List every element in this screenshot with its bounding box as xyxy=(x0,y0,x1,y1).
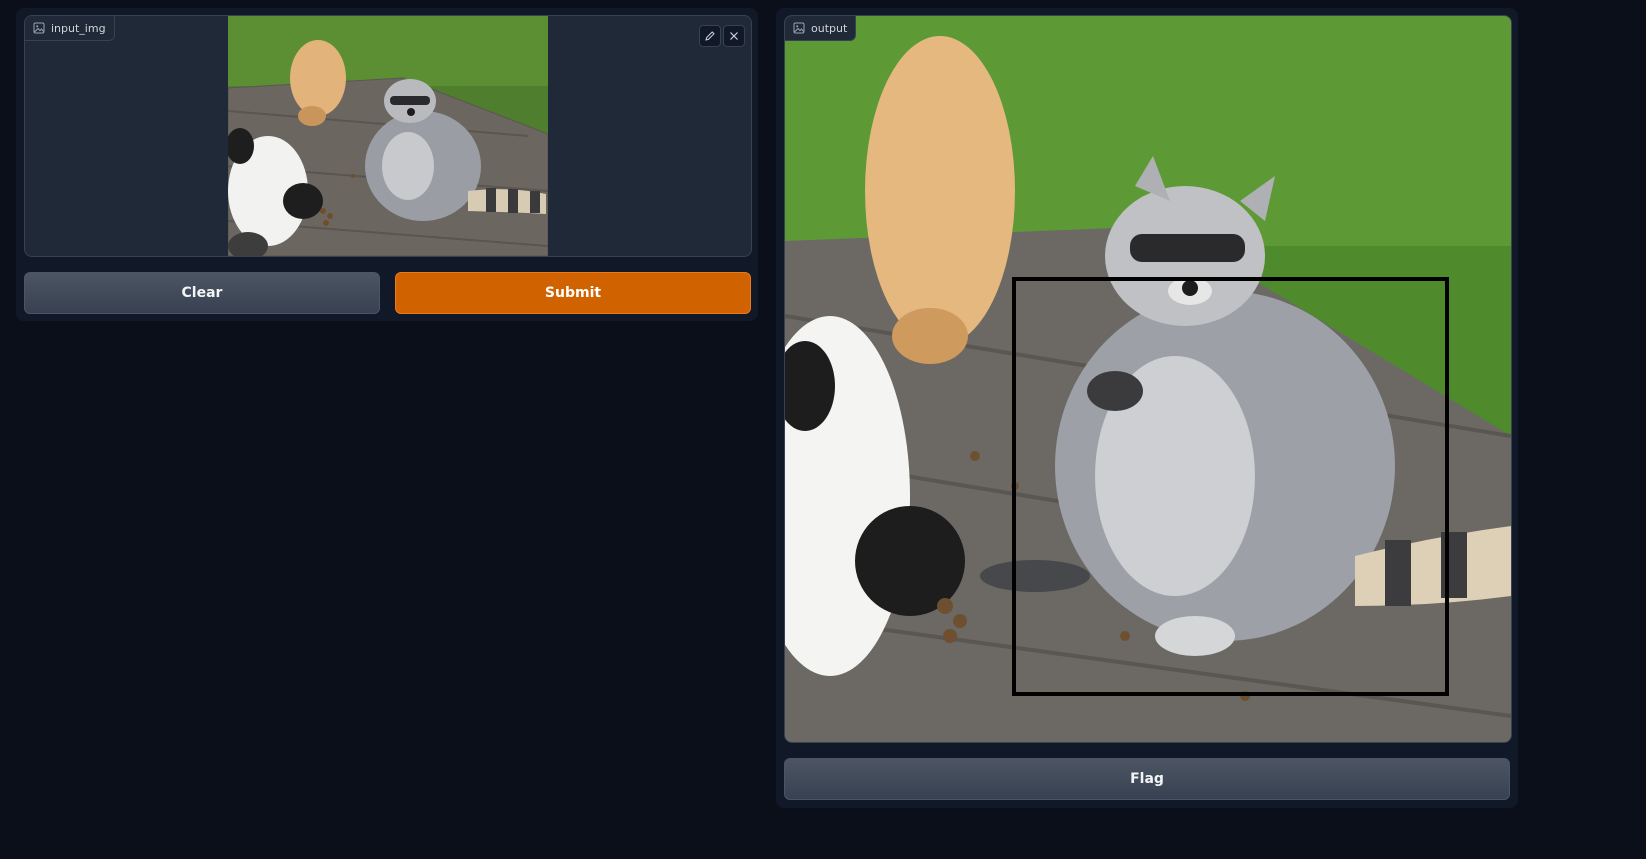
submit-button[interactable]: Submit xyxy=(395,272,751,314)
close-icon xyxy=(730,32,738,40)
edit-button[interactable] xyxy=(699,25,721,47)
input-image xyxy=(228,16,548,256)
flag-button[interactable]: Flag xyxy=(784,758,1510,800)
output-panel: output Flag xyxy=(776,8,1518,808)
input-image-box[interactable]: input_img xyxy=(24,15,752,257)
raccoon-detection-photo xyxy=(785,16,1511,742)
pencil-icon xyxy=(705,31,715,41)
raccoon-cats-photo xyxy=(228,16,548,256)
input-panel: input_img Clear Submit xyxy=(16,8,758,321)
image-icon xyxy=(33,22,45,34)
app-page: input_img Clear Submit output Flag xyxy=(0,0,1646,859)
output-image-box: output xyxy=(784,15,1512,743)
close-button[interactable] xyxy=(723,25,745,47)
image-icon xyxy=(793,22,805,34)
clear-button[interactable]: Clear xyxy=(24,272,380,314)
input-image-label: input_img xyxy=(25,16,115,41)
output-image-label: output xyxy=(785,16,857,41)
output-image xyxy=(785,16,1511,742)
input-image-label-text: input_img xyxy=(51,21,106,35)
output-image-label-text: output xyxy=(811,21,848,35)
